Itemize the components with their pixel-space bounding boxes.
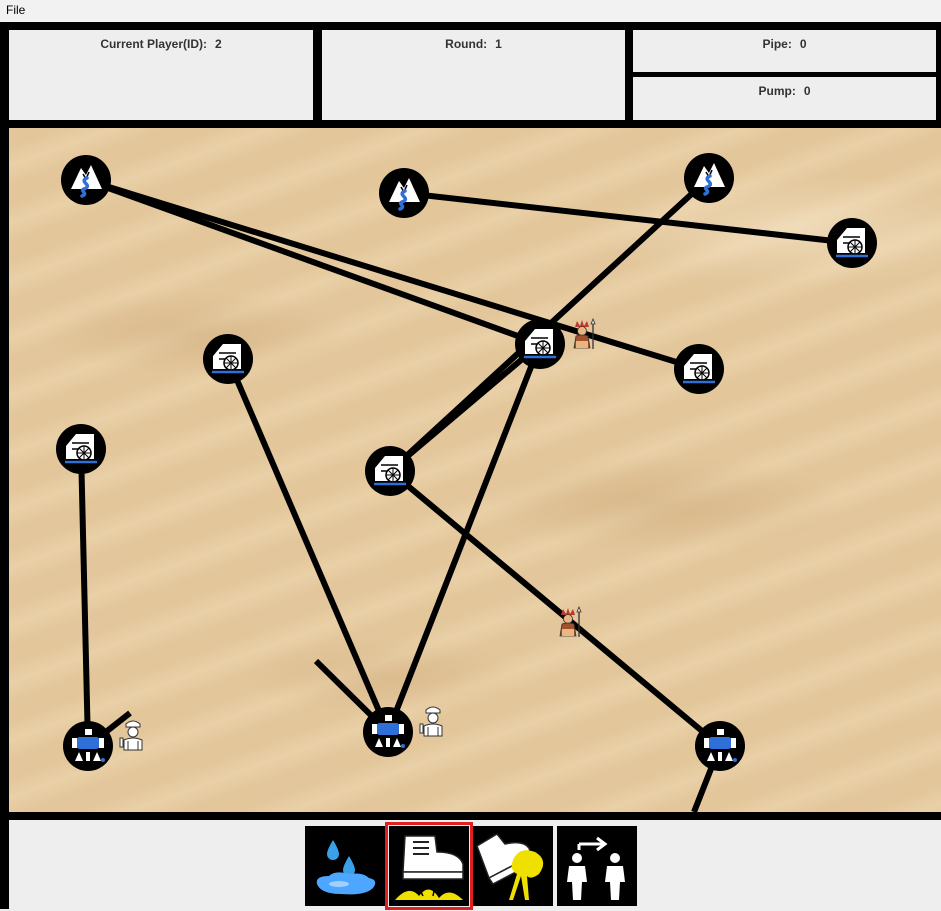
pipe[interactable] — [78, 448, 91, 747]
current-player-panel: Current Player(ID): 2 — [9, 30, 313, 120]
water-leak-icon — [316, 840, 376, 895]
spring-icon[interactable] — [377, 166, 431, 220]
sticky-boot-icon — [476, 833, 544, 900]
file-menu[interactable]: File — [6, 3, 25, 17]
pump-label: Pump: — [758, 84, 796, 98]
menubar: File — [0, 0, 941, 22]
plumber-icon[interactable] — [419, 706, 443, 737]
round-label: Round: — [445, 37, 488, 51]
pump-icon[interactable] — [363, 444, 417, 498]
cistern-icon[interactable] — [695, 721, 745, 771]
spring-icon[interactable] — [59, 153, 113, 207]
board-canvas[interactable] — [9, 128, 941, 812]
pipe-label: Pipe: — [762, 37, 792, 51]
pump-icon[interactable] — [513, 317, 567, 371]
current-player-value: 2 — [215, 37, 222, 51]
round-panel: Round: 1 — [322, 30, 625, 120]
action-toolbar — [9, 820, 941, 910]
pipe-panel: Pipe: 0 — [633, 30, 936, 72]
pipe[interactable] — [225, 357, 391, 734]
pump-icon[interactable] — [672, 342, 726, 396]
move-action-button[interactable] — [557, 826, 637, 906]
cistern-icon[interactable] — [363, 707, 413, 757]
pump-icon[interactable] — [54, 422, 108, 476]
pump-panel: Pump: 0 — [633, 77, 936, 120]
leak-action-button[interactable] — [305, 826, 385, 906]
pipe[interactable] — [84, 177, 542, 347]
pipes-layer[interactable] — [78, 175, 853, 812]
round-value: 1 — [495, 37, 502, 51]
pump-icon[interactable] — [201, 332, 255, 386]
pump-value: 0 — [803, 84, 811, 98]
sticky-action-button[interactable] — [473, 826, 553, 906]
step-action-button[interactable] — [385, 822, 473, 910]
pipe-value: 0 — [799, 37, 807, 51]
saboteur-icon[interactable] — [559, 606, 582, 638]
pump-icon[interactable] — [825, 216, 879, 270]
cistern-icon[interactable] — [63, 721, 113, 771]
plumber-icon[interactable] — [119, 720, 143, 751]
step-boot-icon — [395, 835, 464, 900]
game-board[interactable] — [9, 128, 941, 812]
current-player-label: Current Player(ID): — [100, 37, 207, 51]
spring-icon[interactable] — [682, 151, 736, 205]
pipe[interactable] — [403, 190, 853, 246]
move-players-icon — [567, 836, 625, 900]
